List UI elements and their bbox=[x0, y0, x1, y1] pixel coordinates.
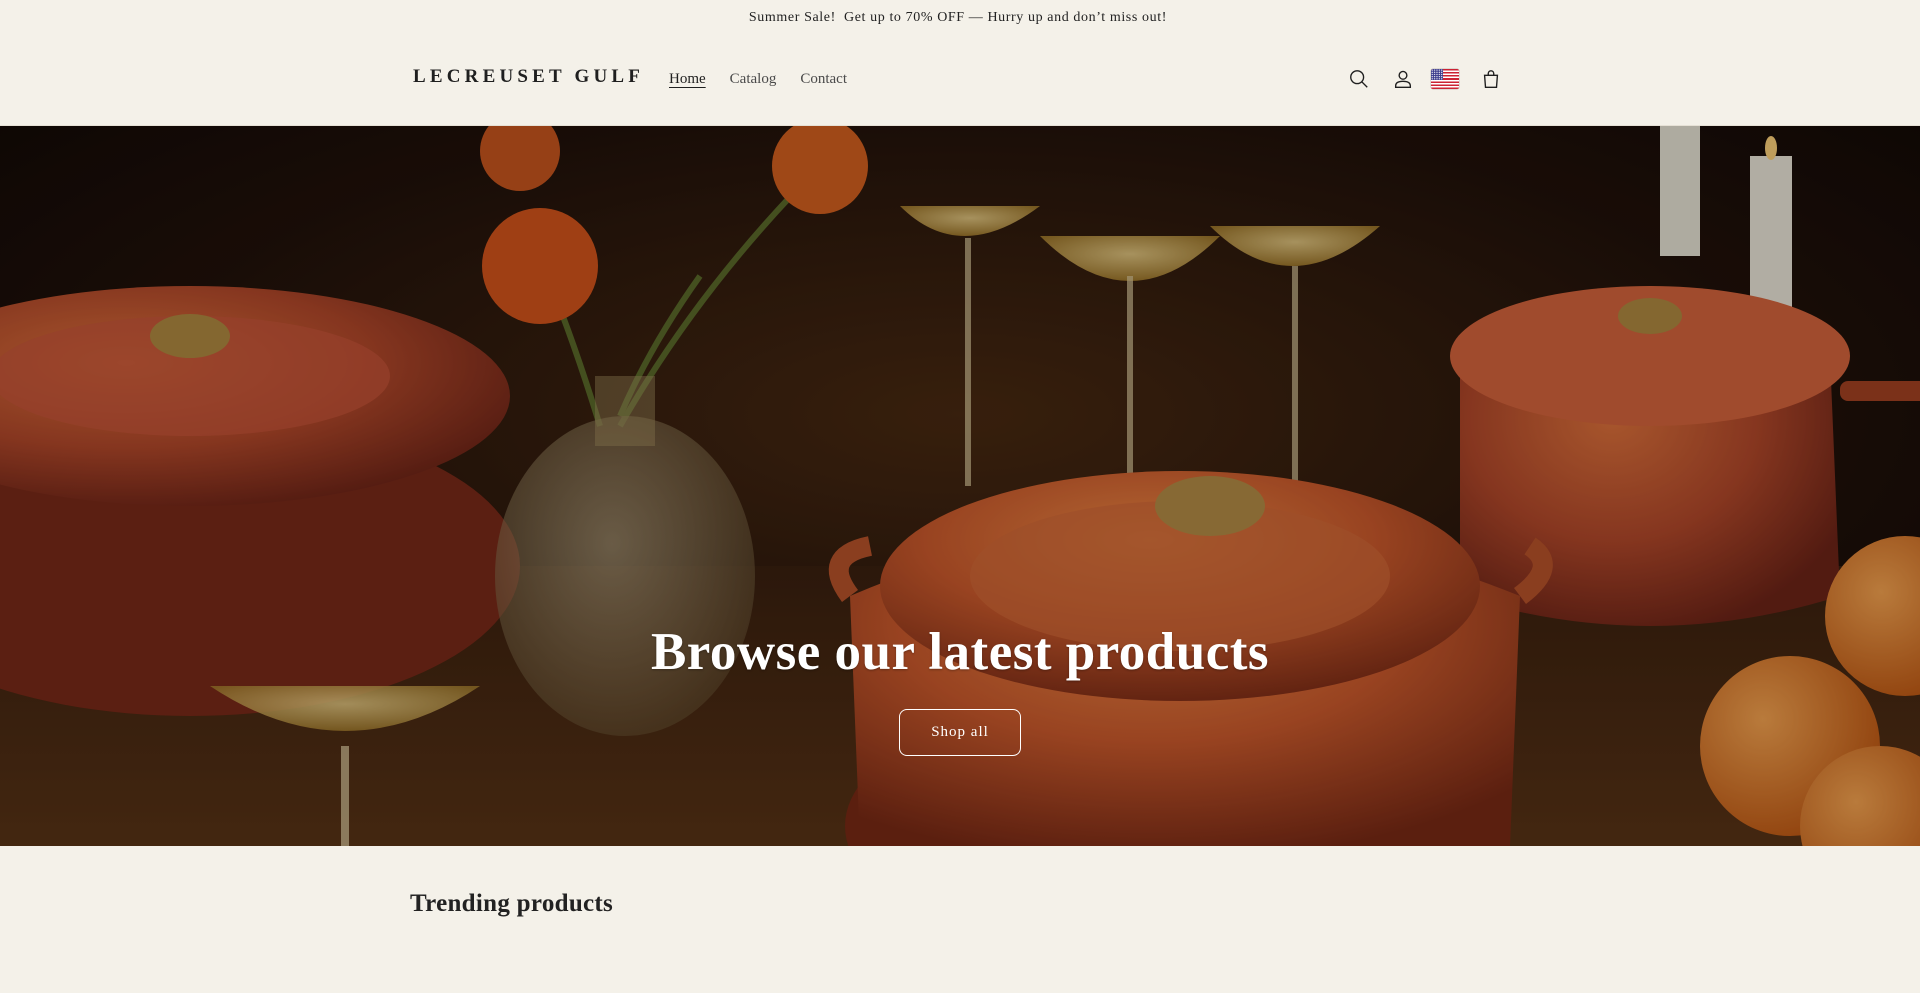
trending-products-heading: Trending products bbox=[410, 890, 614, 917]
header-icons bbox=[1344, 64, 1506, 94]
nav-home[interactable]: Home bbox=[669, 71, 706, 88]
hero-title: Browse our latest products bbox=[650, 623, 1270, 681]
us-flag-icon[interactable] bbox=[1428, 64, 1462, 94]
account-icon[interactable] bbox=[1388, 64, 1418, 94]
main-nav: Home Catalog Contact bbox=[669, 71, 871, 88]
announcement-text: Summer Sale! ⁣ Get up to 70% OFF — Hurry… bbox=[748, 10, 1172, 25]
search-icon[interactable] bbox=[1344, 64, 1374, 94]
nav-catalog[interactable]: Catalog bbox=[730, 71, 777, 88]
hero-banner: Browse our latest products Shop all bbox=[0, 126, 1920, 846]
shop-all-button[interactable]: Shop all bbox=[899, 709, 1021, 756]
store-logo[interactable]: LECREUSET GULF bbox=[413, 66, 644, 88]
nav-contact[interactable]: Contact bbox=[800, 71, 847, 88]
announcement-bar: Summer Sale! ⁣ Get up to 70% OFF — Hurry… bbox=[0, 0, 1920, 36]
cart-icon[interactable] bbox=[1476, 64, 1506, 94]
site-header: LECREUSET GULF Home Catalog Contact bbox=[0, 36, 1920, 126]
